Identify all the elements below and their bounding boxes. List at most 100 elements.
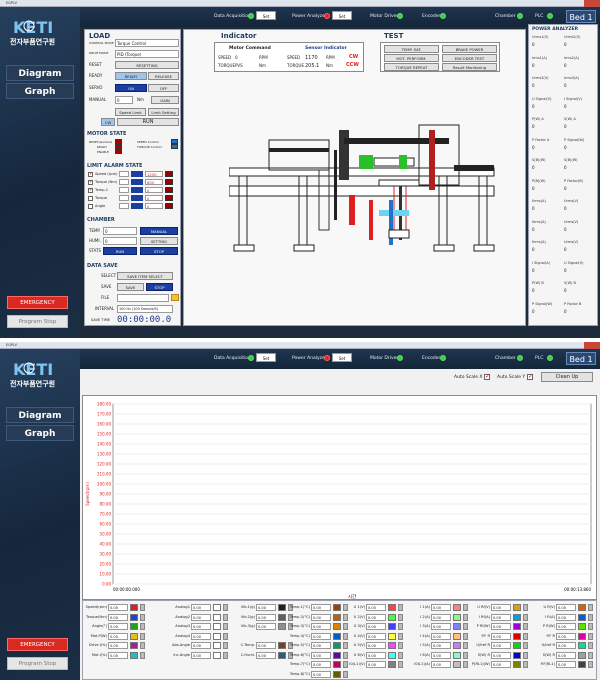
channel-color-swatch[interactable] bbox=[278, 642, 286, 649]
limit-value[interactable]: 600 bbox=[145, 179, 163, 185]
channel-color-swatch[interactable] bbox=[513, 632, 521, 640]
channel-toggle[interactable] bbox=[140, 623, 145, 630]
limit-setting-button[interactable]: Limit Setting bbox=[148, 108, 179, 116]
limit-slider[interactable] bbox=[131, 203, 143, 209]
folder-icon[interactable] bbox=[171, 294, 179, 301]
nav-graph-2[interactable]: Graph bbox=[6, 425, 74, 441]
limit-value[interactable]: 1250 bbox=[145, 171, 163, 177]
channel-toggle[interactable] bbox=[588, 651, 593, 659]
channel-toggle[interactable] bbox=[588, 613, 593, 621]
channel-color-swatch[interactable] bbox=[578, 604, 586, 611]
humi-input[interactable]: 0 bbox=[103, 237, 137, 245]
channel-toggle[interactable] bbox=[523, 661, 528, 668]
channel-toggle[interactable] bbox=[140, 604, 145, 611]
channel-color-swatch[interactable] bbox=[453, 632, 461, 640]
channel-color-swatch[interactable] bbox=[333, 642, 341, 649]
channel-color-swatch[interactable] bbox=[578, 613, 586, 621]
limit-slider[interactable] bbox=[131, 179, 143, 185]
save-stop-button[interactable]: STOP bbox=[146, 283, 173, 291]
nav-diagram-2[interactable]: Diagram bbox=[6, 407, 74, 423]
limit-checkbox[interactable]: ✓ bbox=[88, 172, 93, 177]
emergency-button-2[interactable]: EMERGENCY bbox=[7, 638, 68, 651]
chamber-stop-button[interactable]: STOP bbox=[140, 247, 178, 255]
channel-color-swatch[interactable] bbox=[388, 604, 396, 611]
limit-checkbox[interactable]: ✓ bbox=[88, 188, 93, 193]
program-stop-button-2[interactable]: Program Stop bbox=[7, 657, 68, 670]
channel-toggle[interactable] bbox=[398, 642, 403, 649]
channel-toggle[interactable] bbox=[140, 642, 145, 649]
channel-color-swatch[interactable] bbox=[388, 623, 396, 630]
resetting-button[interactable]: RESETTING bbox=[115, 61, 179, 69]
channel-color-swatch[interactable] bbox=[130, 613, 138, 621]
channel-color-swatch[interactable] bbox=[278, 613, 286, 621]
channel-toggle[interactable] bbox=[523, 604, 528, 611]
daq-set-button[interactable]: Set bbox=[256, 11, 276, 20]
channel-color-swatch[interactable] bbox=[130, 623, 138, 630]
torque-repeat-button[interactable]: TORQUE REPEAT bbox=[384, 63, 439, 71]
channel-color-swatch[interactable] bbox=[333, 670, 341, 678]
channel-color-swatch[interactable] bbox=[333, 651, 341, 659]
limit-value[interactable]: 0 bbox=[145, 187, 163, 193]
channel-color-swatch[interactable] bbox=[213, 623, 221, 630]
channel-color-swatch[interactable] bbox=[388, 632, 396, 640]
channel-color-swatch[interactable] bbox=[388, 642, 396, 649]
close-icon-2[interactable] bbox=[584, 342, 600, 349]
channel-toggle[interactable] bbox=[588, 604, 593, 611]
channel-toggle[interactable] bbox=[398, 613, 403, 621]
limit-mode-select[interactable] bbox=[119, 179, 129, 185]
brake-power-button[interactable]: BRAKE POWER bbox=[442, 45, 497, 53]
channel-color-swatch[interactable] bbox=[130, 604, 138, 611]
mot-perform-button[interactable]: MOT. PERFORM. bbox=[384, 54, 439, 62]
channel-toggle[interactable] bbox=[398, 632, 403, 640]
auto-scale-y-checkbox[interactable]: ✓ bbox=[527, 374, 533, 380]
auto-scale-x-checkbox[interactable]: ✓ bbox=[484, 374, 490, 380]
channel-toggle[interactable] bbox=[523, 613, 528, 621]
channel-color-swatch[interactable] bbox=[213, 642, 221, 649]
channel-toggle[interactable] bbox=[398, 651, 403, 659]
channel-toggle[interactable] bbox=[223, 642, 228, 649]
channel-color-swatch[interactable] bbox=[213, 604, 221, 611]
gain-button[interactable]: GAIN bbox=[151, 96, 179, 104]
channel-toggle[interactable] bbox=[223, 604, 228, 611]
speed-limit-button[interactable]: Speed Limit bbox=[115, 108, 146, 116]
temp-sat-button[interactable]: TEMP. SAT. bbox=[384, 45, 439, 53]
channel-color-swatch[interactable] bbox=[453, 661, 461, 668]
power-set-button[interactable]: Set bbox=[332, 11, 352, 20]
channel-toggle[interactable] bbox=[523, 651, 528, 659]
channel-color-swatch[interactable] bbox=[513, 613, 521, 621]
limit-slider[interactable] bbox=[131, 187, 143, 193]
channel-toggle[interactable] bbox=[398, 604, 403, 611]
encoder-test-button[interactable]: ENCODER TEST bbox=[442, 54, 497, 62]
limit-checkbox[interactable] bbox=[88, 204, 93, 209]
emergency-button[interactable]: EMERGENCY bbox=[7, 296, 68, 309]
servo-on-button[interactable]: ON bbox=[115, 84, 147, 92]
channel-color-swatch[interactable] bbox=[453, 623, 461, 630]
channel-color-swatch[interactable] bbox=[513, 604, 521, 611]
channel-color-swatch[interactable] bbox=[333, 623, 341, 630]
chamber-setting-button[interactable]: SETTING bbox=[140, 237, 178, 245]
control-mode-field[interactable]: Torque Control bbox=[115, 39, 179, 47]
channel-toggle[interactable] bbox=[223, 632, 228, 640]
limit-value[interactable]: 0 bbox=[145, 195, 163, 201]
limit-slider[interactable] bbox=[131, 195, 143, 201]
channel-toggle[interactable] bbox=[223, 613, 228, 621]
channel-color-swatch[interactable] bbox=[213, 632, 221, 640]
channel-color-swatch[interactable] bbox=[388, 651, 396, 659]
channel-toggle[interactable] bbox=[398, 661, 403, 668]
limit-checkbox[interactable]: ✓ bbox=[88, 180, 93, 185]
channel-toggle[interactable] bbox=[588, 623, 593, 630]
save-item-select-button[interactable]: SAVE ITEM SELECT bbox=[117, 272, 173, 280]
manual-input[interactable]: 0 bbox=[115, 96, 133, 104]
limit-mode-select[interactable] bbox=[119, 203, 129, 209]
channel-color-swatch[interactable] bbox=[333, 604, 341, 611]
channel-color-swatch[interactable] bbox=[513, 661, 521, 668]
clean-up-button[interactable]: Clean Up bbox=[541, 372, 593, 382]
channel-color-swatch[interactable] bbox=[278, 623, 286, 630]
nav-diagram[interactable]: Diagram bbox=[6, 65, 74, 81]
channel-toggle[interactable] bbox=[140, 632, 145, 640]
limit-slider[interactable] bbox=[131, 171, 143, 177]
channel-color-swatch[interactable] bbox=[578, 642, 586, 649]
chamber-run-button[interactable]: RUN bbox=[103, 247, 137, 255]
channel-color-swatch[interactable] bbox=[578, 632, 586, 640]
channel-toggle[interactable] bbox=[140, 613, 145, 621]
